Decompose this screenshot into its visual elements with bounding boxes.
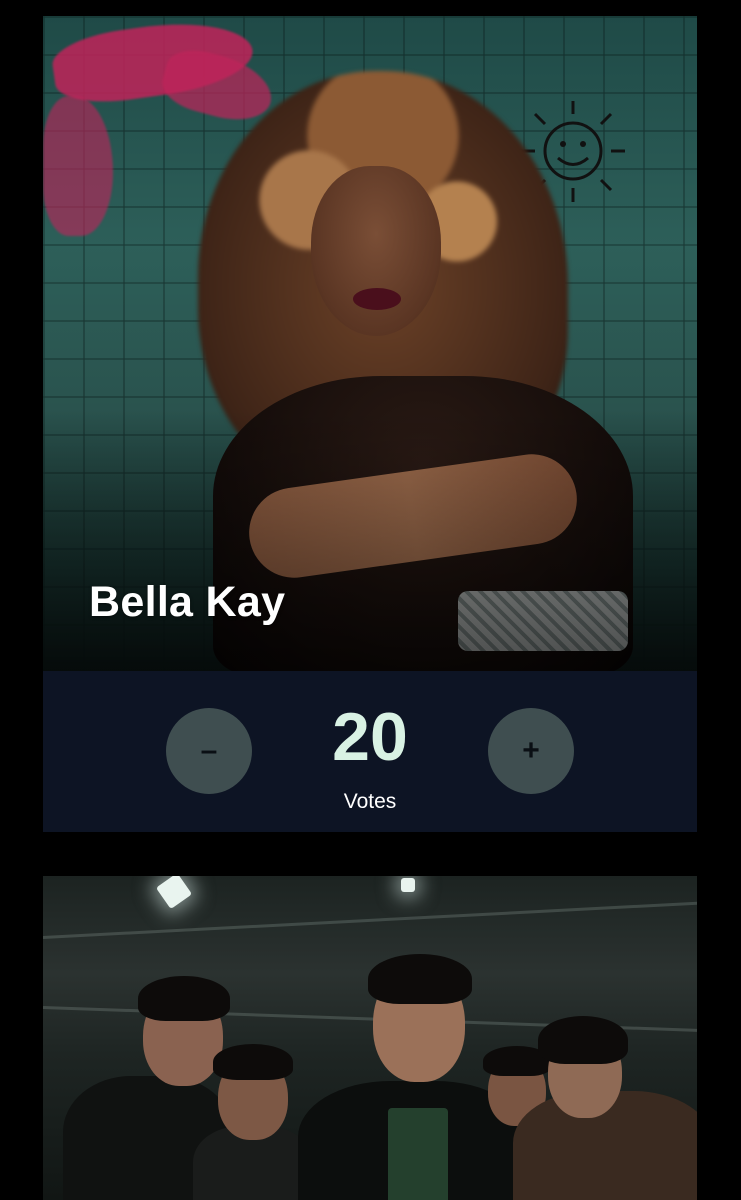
vote-bar: – 20 Votes + bbox=[43, 671, 697, 832]
ceiling-beam bbox=[43, 899, 697, 939]
ceiling-light bbox=[155, 876, 193, 910]
person-hair bbox=[368, 954, 472, 1004]
artist-photo bbox=[43, 876, 697, 1200]
increment-vote-button[interactable]: + bbox=[488, 708, 574, 794]
vote-label: Votes bbox=[343, 790, 397, 813]
page: Bella Kay – 20 Votes + bbox=[0, 0, 741, 1200]
vote-count: 20 bbox=[332, 699, 408, 775]
plus-icon: + bbox=[522, 734, 540, 767]
artist-name: Bella Kay bbox=[89, 578, 286, 626]
photo-shade bbox=[43, 16, 697, 671]
ceiling-light bbox=[401, 878, 415, 892]
person-hair bbox=[138, 976, 230, 1021]
artist-card: Bella Kay – 20 Votes + bbox=[43, 16, 697, 832]
artist-card bbox=[43, 876, 697, 1200]
person-hair bbox=[538, 1016, 628, 1064]
artist-photo: Bella Kay bbox=[43, 16, 697, 671]
person-hair bbox=[213, 1044, 293, 1080]
shirt bbox=[388, 1108, 448, 1200]
